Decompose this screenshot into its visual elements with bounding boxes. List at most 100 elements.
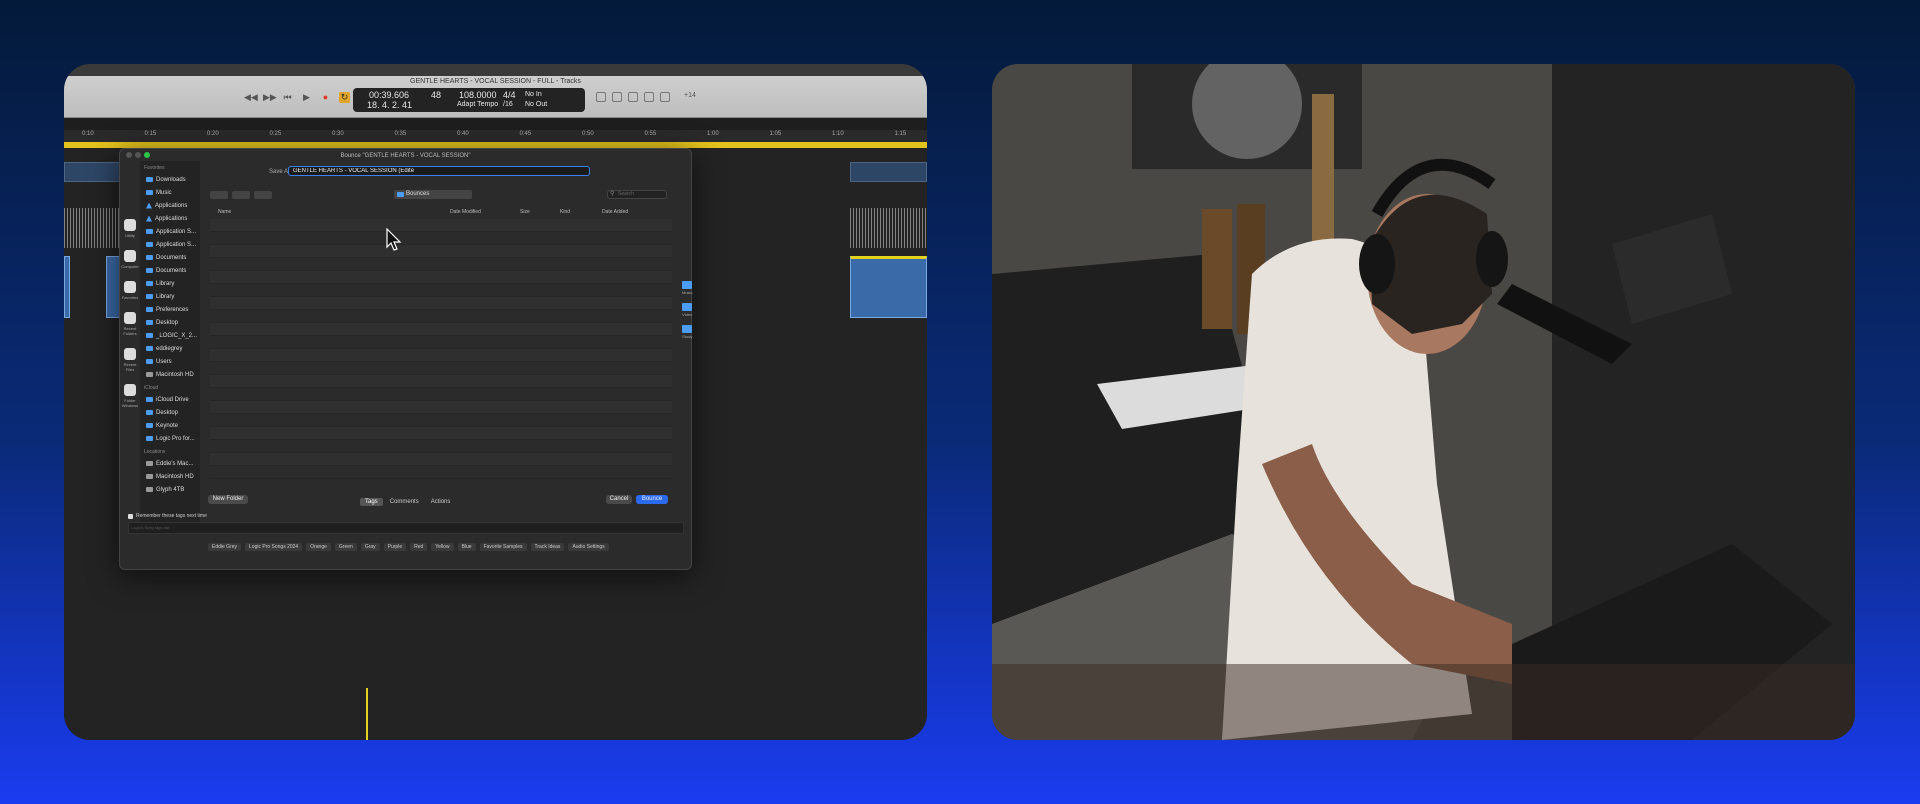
checkbox[interactable] (128, 513, 133, 519)
sidebar-item[interactable]: Logic Pro for... (140, 432, 200, 445)
lcd-display[interactable]: 00:39.606 18. 4. 2. 41 48 108.0000 Adapt… (353, 88, 585, 112)
cycle-icon[interactable]: ↻ (339, 92, 350, 103)
back-forward-button[interactable] (210, 191, 228, 199)
sidebar-item[interactable]: eddiegrey (140, 342, 200, 355)
tag-chip[interactable]: Purple (383, 543, 407, 551)
file-row[interactable] (210, 440, 672, 453)
file-list[interactable] (210, 219, 672, 489)
file-row[interactable] (210, 258, 672, 271)
quick-folder[interactable]: Video (682, 303, 692, 317)
file-row[interactable] (210, 388, 672, 401)
tag-chip[interactable]: Red (410, 543, 428, 551)
speaker-icon[interactable] (628, 92, 638, 102)
location-shortcut[interactable]: Computer (120, 250, 140, 269)
tag-chip[interactable]: Yellow (431, 543, 454, 551)
tag-input[interactable]: Logic's Song tags bar (128, 522, 684, 534)
sidebar-item[interactable]: Glyph 4TB (140, 483, 200, 496)
sidebar-item[interactable]: Macintosh HD (140, 470, 200, 483)
tag-chip[interactable]: Logic Pro Songs 2024 (245, 543, 303, 551)
cancel-button[interactable]: Cancel (606, 495, 632, 504)
sidebar-item[interactable]: Desktop (140, 316, 200, 329)
settings-icon[interactable] (660, 92, 670, 102)
sidebar-item[interactable]: Keynote (140, 419, 200, 432)
record-icon[interactable]: ● (320, 92, 331, 103)
file-row[interactable] (210, 375, 672, 388)
tab-comments[interactable]: Comments (385, 498, 424, 506)
tag-chip[interactable]: Eddie Grey (208, 543, 242, 551)
tag-chip[interactable]: Gray (360, 543, 380, 551)
file-row[interactable] (210, 336, 672, 349)
sidebar-item[interactable]: _LOGIC_X_2... (140, 329, 200, 342)
audio-region[interactable] (64, 256, 70, 318)
column-date-added[interactable]: Date Added (602, 209, 628, 215)
location-shortcut[interactable]: Recent Files (120, 348, 140, 372)
sidebar-item[interactable]: Library (140, 277, 200, 290)
tag-chip[interactable]: Orange (306, 543, 331, 551)
sidebar-item[interactable]: Downloads (140, 173, 200, 186)
sidebar-item[interactable]: iCloud Drive (140, 393, 200, 406)
sidebar-item[interactable]: Applications (140, 212, 200, 225)
tag-chip[interactable]: Green (334, 543, 357, 551)
go-to-start-icon[interactable]: ⏮ (282, 92, 293, 103)
file-row[interactable] (210, 219, 672, 232)
tuner-icon[interactable] (612, 92, 622, 102)
location-shortcut[interactable]: Recent Folders (120, 312, 140, 336)
tag-chip[interactable]: Favorite Samples (479, 543, 527, 551)
column-date-modified[interactable]: Date Modified (450, 209, 481, 215)
playhead[interactable] (366, 688, 368, 740)
file-row[interactable] (210, 414, 672, 427)
location-shortcut[interactable]: Utility (120, 219, 140, 238)
sidebar-item[interactable]: Desktop (140, 406, 200, 419)
location-shortcut[interactable]: Folder Windows (120, 384, 140, 408)
sidebar-item[interactable]: Macintosh HD (140, 368, 200, 381)
rewind-icon[interactable]: ◀◀ (244, 92, 258, 103)
sidebar-item[interactable]: Library (140, 290, 200, 303)
file-row[interactable] (210, 427, 672, 440)
group-button[interactable] (254, 191, 272, 199)
column-kind[interactable]: Kind (560, 209, 570, 215)
timeline-ruler[interactable]: 0:10 0:15 0:20 0:25 0:30 0:35 0:40 0:45 0:50 0:55… (64, 130, 927, 142)
new-folder-button[interactable]: New Folder (208, 495, 248, 504)
play-icon[interactable]: ▶ (301, 92, 312, 103)
file-row[interactable] (210, 245, 672, 258)
quick-folder[interactable]: Study (682, 325, 692, 339)
sidebar-item[interactable]: Eddie's Mac... (140, 457, 200, 470)
bounce-button[interactable]: Bounce (636, 495, 668, 504)
region[interactable] (850, 162, 927, 182)
sidebar-item[interactable]: Documents (140, 264, 200, 277)
sidebar-item[interactable]: Music (140, 186, 200, 199)
file-row[interactable] (210, 310, 672, 323)
count-in-icon[interactable] (644, 92, 654, 102)
tab-tags[interactable]: Tags (360, 498, 383, 506)
file-row[interactable] (210, 401, 672, 414)
file-row[interactable] (210, 271, 672, 284)
sidebar-item[interactable]: Applications (140, 199, 200, 212)
sidebar-item[interactable]: Preferences (140, 303, 200, 316)
search-input[interactable]: ⚲ Search (607, 190, 667, 199)
file-row[interactable] (210, 297, 672, 310)
location-shortcut[interactable]: Favorites (120, 281, 140, 300)
file-row[interactable] (210, 349, 672, 362)
file-row[interactable] (210, 453, 672, 466)
audio-region[interactable] (850, 256, 927, 318)
metronome-icon[interactable] (596, 92, 606, 102)
remember-tags-option[interactable]: Remember these tags next time (128, 513, 207, 519)
file-row[interactable] (210, 323, 672, 336)
file-row[interactable] (210, 284, 672, 297)
forward-icon[interactable]: ▶▶ (263, 92, 277, 103)
sidebar-item[interactable]: Application S... (140, 225, 200, 238)
column-name[interactable]: Name (218, 209, 231, 215)
tag-chip[interactable]: Track Ideas (530, 543, 565, 551)
sidebar-item[interactable]: Documents (140, 251, 200, 264)
column-size[interactable]: Size (520, 209, 530, 215)
save-as-input[interactable] (288, 166, 590, 176)
view-mode-button[interactable] (232, 191, 250, 199)
location-dropdown[interactable]: Bounces (394, 190, 472, 199)
region[interactable] (64, 162, 120, 182)
quick-folder[interactable]: Music (682, 281, 692, 295)
file-row[interactable] (210, 232, 672, 245)
sidebar-item[interactable]: Users (140, 355, 200, 368)
tag-chip[interactable]: Audio Settings (568, 543, 609, 551)
file-row[interactable] (210, 466, 672, 479)
tag-chip[interactable]: Blue (457, 543, 476, 551)
